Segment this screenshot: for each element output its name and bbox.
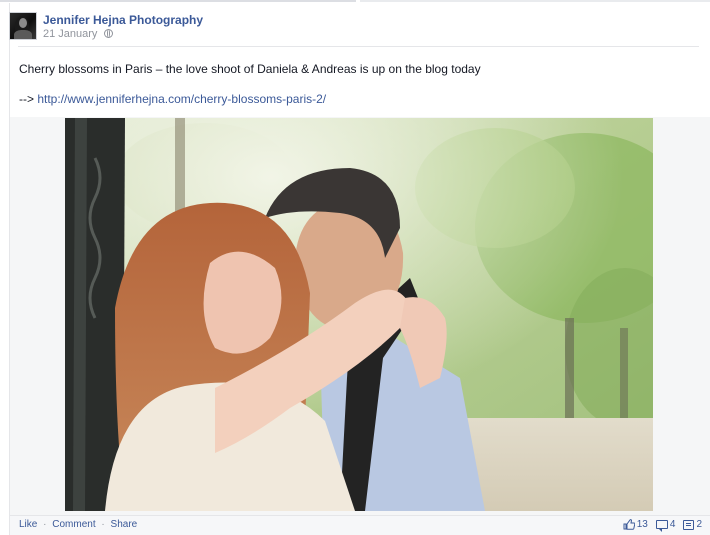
shares-count[interactable]: 2 xyxy=(683,519,702,530)
post-actions: Like · Comment · Share xyxy=(19,519,137,530)
photo-illustration xyxy=(65,118,653,511)
link-arrow-text: --> xyxy=(19,92,34,106)
facebook-post-page: Jennifer Hejna Photography 21 January Ch… xyxy=(0,0,710,535)
thumbs-up-icon xyxy=(623,519,635,530)
post-counts: 13 4 2 xyxy=(623,519,702,532)
like-action[interactable]: Like xyxy=(19,519,37,530)
page-name-link[interactable]: Jennifer Hejna Photography xyxy=(43,13,203,27)
shares-count-value: 2 xyxy=(696,519,702,530)
likes-count-value: 13 xyxy=(636,519,648,530)
post-date-text[interactable]: 21 January xyxy=(43,28,97,40)
comments-count[interactable]: 4 xyxy=(655,519,676,532)
top-border-right xyxy=(360,0,710,2)
header-divider xyxy=(18,46,699,47)
post-link-line: --> http://www.jenniferhejna.com/cherry-… xyxy=(19,92,326,106)
comment-icon xyxy=(655,520,668,532)
post-action-bar: Like · Comment · Share 13 4 2 xyxy=(10,515,710,535)
page-avatar[interactable] xyxy=(9,12,37,40)
avatar-body xyxy=(14,30,32,39)
post-timestamp[interactable]: 21 January xyxy=(43,28,113,40)
globe-icon xyxy=(103,29,113,38)
comment-action[interactable]: Comment xyxy=(52,519,95,530)
post-message: Cherry blossoms in Paris – the love shoo… xyxy=(19,62,481,76)
avatar-face xyxy=(19,18,27,28)
action-separator: · xyxy=(101,519,105,530)
share-icon xyxy=(683,519,695,530)
share-action[interactable]: Share xyxy=(111,519,138,530)
post-photo[interactable] xyxy=(65,118,653,511)
likes-count[interactable]: 13 xyxy=(623,519,648,530)
post-url-link[interactable]: http://www.jenniferhejna.com/cherry-blos… xyxy=(37,92,326,106)
comments-count-value: 4 xyxy=(669,519,676,530)
top-border-left xyxy=(0,0,356,2)
action-separator: · xyxy=(43,519,47,530)
